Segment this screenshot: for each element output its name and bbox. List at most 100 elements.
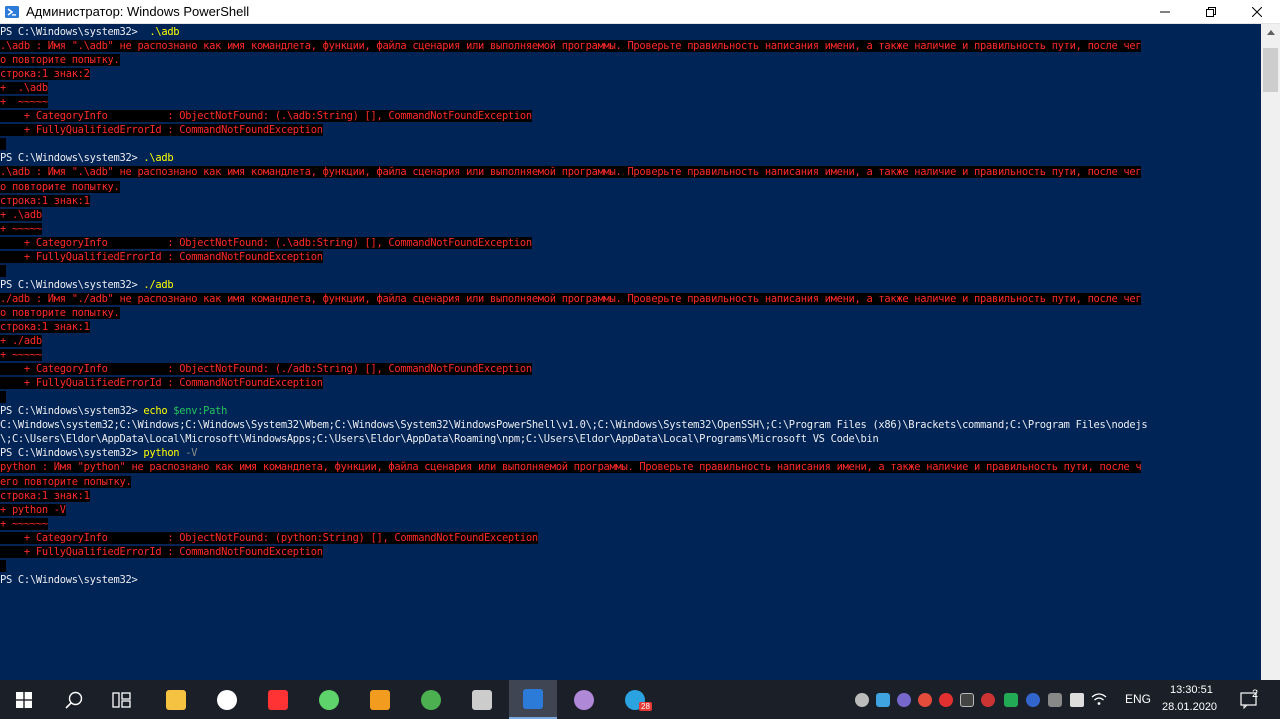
windows-start-icon <box>16 691 32 708</box>
clock-date[interactable]: 28.01.2020 <box>1162 701 1217 713</box>
search-button[interactable] <box>50 680 98 719</box>
error-line: строка:1 знак:1 <box>0 194 1147 208</box>
opera-icon[interactable] <box>939 693 953 707</box>
error-line <box>0 559 1147 573</box>
usb-icon[interactable] <box>1048 693 1062 707</box>
notifications-button[interactable]: 2 <box>1230 680 1270 719</box>
error-text: .\adb : Имя ".\adb" не распознано как им… <box>0 166 1142 179</box>
error-line: + FullyQualifiedErrorId : CommandNotFoun… <box>0 123 1147 137</box>
task-view-button[interactable] <box>98 680 146 719</box>
tray-app-icon[interactable] <box>918 693 932 707</box>
search-icon <box>65 691 83 709</box>
taskbar-app-button[interactable] <box>458 680 506 719</box>
error-line: + CategoryInfo : ObjectNotFound: (.\adb:… <box>0 109 1147 123</box>
prompt-line: PS C:\Windows\system32> .\adb <box>0 151 1147 165</box>
prompt-line: PS C:\Windows\system32> python -V <box>0 446 1147 460</box>
taskbar-app-button[interactable] <box>356 680 404 719</box>
error-text: + FullyQualifiedErrorId : CommandNotFoun… <box>0 250 323 263</box>
tray-app-icon[interactable] <box>981 693 995 707</box>
app-tray-icon[interactable] <box>876 693 890 707</box>
error-text: + FullyQualifiedErrorId : CommandNotFoun… <box>0 545 323 558</box>
error-text: + CategoryInfo : ObjectNotFound: (python… <box>0 531 538 544</box>
start-button[interactable] <box>0 680 48 719</box>
scrollbar-thumb[interactable] <box>1263 48 1278 92</box>
error-line: его повторите попытку. <box>0 475 1147 489</box>
cloud-icon[interactable] <box>855 693 869 707</box>
prompt-text: PS C:\Windows\system32> <box>0 447 144 460</box>
error-text: ./adb : Имя "./adb" не распознано как им… <box>0 292 1142 305</box>
bluetooth-icon[interactable] <box>1026 693 1040 707</box>
error-line: строка:1 знак:1 <box>0 489 1147 503</box>
clock-time[interactable]: 13:30:51 <box>1170 684 1213 696</box>
wifi-icon[interactable] <box>1091 692 1107 706</box>
error-text: + CategoryInfo : ObjectNotFound: (.\adb:… <box>0 110 532 123</box>
error-text: строка:1 знак:2 <box>0 68 90 81</box>
taskbar-app-button[interactable] <box>560 680 608 719</box>
telegram-badge: 28 <box>639 702 652 711</box>
scroll-up-button[interactable] <box>1261 24 1280 41</box>
error-text <box>0 559 6 572</box>
command-text: echo <box>143 405 168 418</box>
error-text: + CategoryInfo : ObjectNotFound: (./adb:… <box>0 363 532 376</box>
error-line: python : Имя "python" не распознано как … <box>0 460 1147 474</box>
shield-icon[interactable] <box>1004 693 1018 707</box>
taskbar-app-button[interactable]: 28 <box>611 680 659 719</box>
taskbar-app-button[interactable] <box>152 680 200 719</box>
parameter-text: -V <box>179 447 198 460</box>
error-line: + python -V <box>0 503 1147 517</box>
notifications-count: 2 <box>1252 688 1259 700</box>
window-title: Администратор: Windows PowerShell <box>26 4 250 19</box>
error-text: + python -V <box>0 503 66 516</box>
prompt-text: PS C:\Windows\system32> <box>0 152 144 165</box>
error-line: + ~~~~~ <box>0 95 1147 109</box>
error-text: его повторите попытку. <box>0 475 132 488</box>
error-line: + ~~~~~ <box>0 348 1147 362</box>
prompt-line: PS C:\Windows\system32> .\adb <box>0 25 1147 39</box>
taskbar-app-button[interactable] <box>407 680 455 719</box>
taskbar-app-button[interactable] <box>305 680 353 719</box>
microsoft-store-icon <box>217 689 237 710</box>
sublime-text-icon <box>370 689 390 710</box>
battery-icon[interactable] <box>1070 693 1084 707</box>
tor-browser-icon <box>574 689 594 710</box>
command-prompt-icon <box>472 689 492 710</box>
prompt-text: PS C:\Windows\system32> <box>0 278 144 291</box>
error-line <box>0 264 1147 278</box>
minimize-icon <box>1160 11 1170 13</box>
restore-icon <box>1206 7 1216 17</box>
error-text: + ~~~~~ <box>0 96 48 109</box>
error-line: + CategoryInfo : ObjectNotFound: (.\adb:… <box>0 236 1147 250</box>
task-view-icon <box>112 691 131 708</box>
tor-tray-icon[interactable] <box>897 693 911 707</box>
taskbar: 28 ENG 13:30:51 28.01.2020 2 <box>0 680 1280 719</box>
title-bar: Администратор: Windows PowerShell <box>0 0 1280 24</box>
error-text: + FullyQualifiedErrorId : CommandNotFoun… <box>0 124 323 137</box>
error-line: + .\adb <box>0 81 1147 95</box>
error-line: + ~~~~~ <box>0 222 1147 236</box>
error-line <box>0 390 1147 404</box>
command-text: python <box>143 447 180 460</box>
powershell-app-icon <box>5 5 19 18</box>
taskbar-app-button[interactable] <box>254 680 302 719</box>
console-output[interactable]: PS C:\Windows\system32> .\adb .\adb : Имя… <box>0 24 1261 680</box>
error-text: о повторите попытку. <box>0 180 120 193</box>
close-button[interactable] <box>1234 0 1280 24</box>
error-text: + ./adb <box>0 335 42 348</box>
prompt-text: PS C:\Windows\system32> <box>0 405 144 418</box>
taskbar-app-button[interactable] <box>203 680 251 719</box>
error-text: + .\adb <box>0 208 42 221</box>
error-text: + FullyQualifiedErrorId : CommandNotFoun… <box>0 377 323 390</box>
error-text: строка:1 знак:1 <box>0 489 90 502</box>
taskbar-app-button[interactable] <box>509 680 557 719</box>
command-text: .\adb <box>143 26 180 38</box>
maximize-button[interactable] <box>1188 0 1234 24</box>
error-line: + .\adb <box>0 208 1147 222</box>
vertical-scrollbar[interactable] <box>1261 24 1280 680</box>
error-line: + FullyQualifiedErrorId : CommandNotFoun… <box>0 376 1147 390</box>
error-text: строка:1 знак:1 <box>0 194 90 207</box>
minimize-button[interactable] <box>1142 0 1188 24</box>
tray-app-icon[interactable] <box>960 693 974 707</box>
language-indicator[interactable]: ENG <box>1125 692 1151 706</box>
error-text: + ~~~~~~ <box>0 517 48 530</box>
command-text: ./adb <box>143 278 174 291</box>
